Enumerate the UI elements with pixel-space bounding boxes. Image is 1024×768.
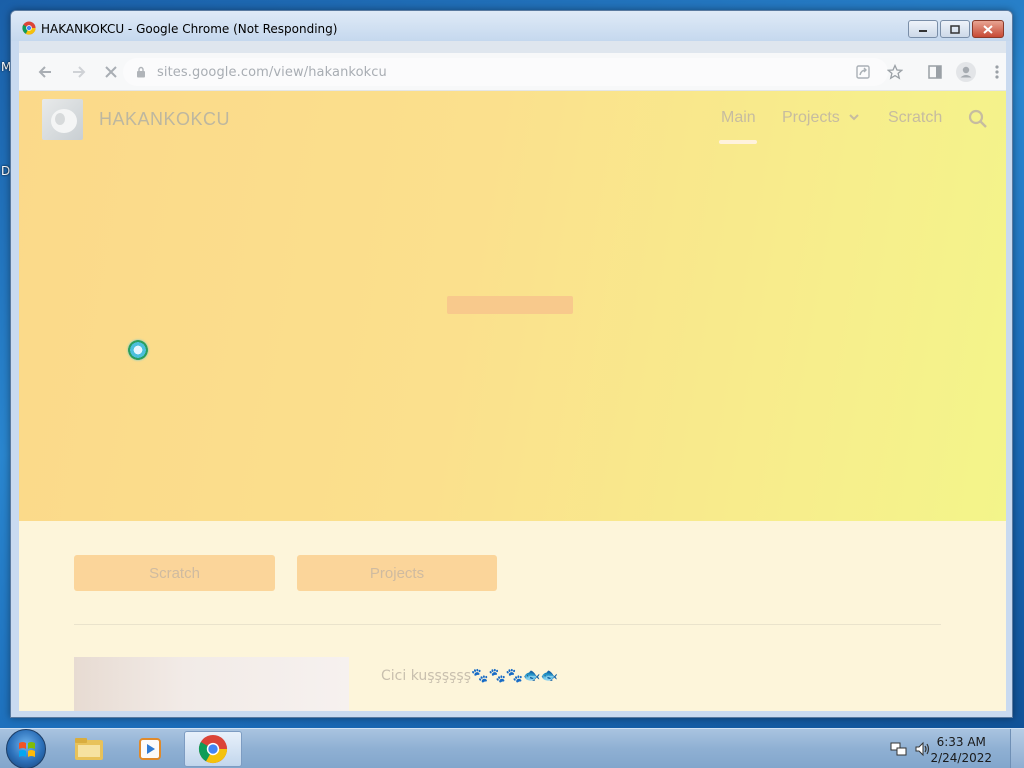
profile-icon [960, 66, 972, 78]
folder-icon [75, 738, 103, 760]
stop-loading-icon [105, 66, 117, 78]
tab-strip[interactable] [19, 41, 1006, 53]
forward-button[interactable] [69, 62, 89, 82]
clock-date: 2/24/2022 [930, 751, 992, 765]
browser-toolbar: sites.google.com/view/hakankokcu [19, 53, 1006, 91]
maximize-icon [950, 24, 960, 34]
back-button[interactable] [35, 62, 55, 82]
taskbar-chrome[interactable] [184, 731, 242, 767]
minimize-button[interactable] [908, 20, 938, 38]
maximize-button[interactable] [940, 20, 970, 38]
show-desktop-button[interactable] [1010, 729, 1024, 768]
share-icon[interactable] [855, 64, 871, 80]
close-button[interactable] [972, 20, 1004, 38]
chrome-logo-icon [22, 21, 36, 35]
lock-icon[interactable] [136, 66, 146, 78]
stop-button[interactable] [101, 62, 121, 82]
back-icon [38, 66, 51, 78]
clock-time: 6:33 AM [936, 735, 986, 749]
address-bar[interactable]: sites.google.com/view/hakankokcu [123, 58, 888, 86]
photo-caption: Cici kuşşşşşş🐾🐾🐾🐟🐟 [381, 668, 559, 684]
profile-button[interactable] [956, 62, 976, 82]
volume-icon[interactable] [914, 741, 932, 757]
hero-banner: HAKANKOKCU Main Projects Scratch [19, 91, 1006, 521]
search-icon[interactable] [967, 108, 989, 130]
nav-main[interactable]: Main [721, 109, 756, 127]
hero-title-placeholder [447, 296, 573, 314]
nav-projects-label: Projects [782, 109, 840, 126]
taskbar: 6:33 AM 2/24/2022 [0, 728, 1024, 768]
site-logo[interactable] [42, 99, 83, 140]
taskbar-explorer[interactable] [60, 731, 118, 767]
close-icon [983, 24, 993, 34]
system-clock[interactable]: 6:33 AM 2/24/2022 [930, 734, 992, 766]
desktop-icon-label-d[interactable]: D [1, 164, 10, 178]
bookmark-star-icon[interactable] [887, 64, 903, 80]
network-icon[interactable] [890, 741, 908, 757]
nav-scratch[interactable]: Scratch [888, 109, 942, 127]
site-logo-image-icon [51, 109, 77, 133]
minimize-icon [919, 30, 927, 32]
web-page: HAKANKOKCU Main Projects Scratch Scratch… [19, 91, 1006, 711]
side-panel-icon[interactable] [927, 64, 943, 80]
nav-active-indicator [719, 140, 757, 144]
chevron-down-icon [849, 114, 859, 121]
divider [74, 624, 941, 625]
window-title: HAKANKOKCU - Google Chrome (Not Respondi… [41, 22, 338, 36]
chrome-window: HAKANKOKCU - Google Chrome (Not Respondi… [10, 10, 1013, 718]
taskbar-media-player[interactable] [122, 731, 180, 767]
title-bar[interactable]: HAKANKOKCU - Google Chrome (Not Respondi… [11, 11, 1012, 41]
windows-logo-icon [19, 742, 35, 757]
url-text[interactable]: sites.google.com/view/hakankokcu [157, 65, 387, 80]
busy-cursor-icon [128, 340, 148, 360]
media-player-icon [139, 738, 161, 760]
scratch-button[interactable]: Scratch [74, 555, 275, 591]
site-title[interactable]: HAKANKOKCU [99, 109, 230, 130]
nav-projects[interactable]: Projects [782, 109, 860, 127]
chrome-icon [198, 734, 228, 764]
projects-button[interactable]: Projects [297, 555, 497, 591]
start-button[interactable] [6, 729, 46, 768]
cat-photo [74, 657, 349, 711]
menu-icon[interactable] [994, 64, 1000, 80]
forward-icon [73, 66, 86, 78]
